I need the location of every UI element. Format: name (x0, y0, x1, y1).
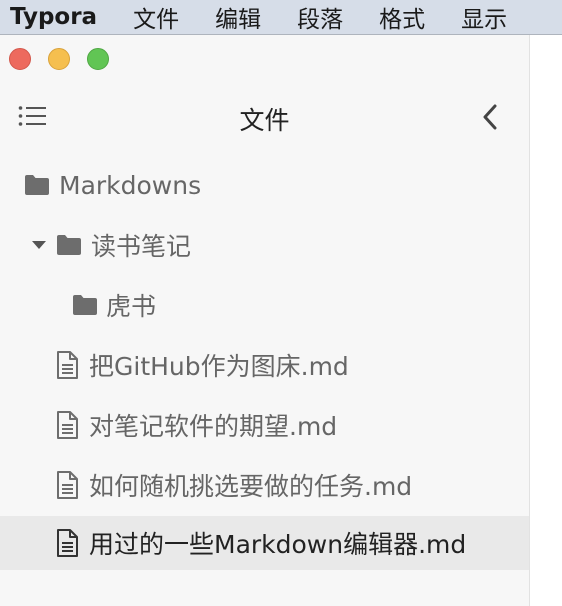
sidebar-header: 文件 (0, 95, 529, 139)
document-icon (57, 351, 78, 379)
tree-item-folder[interactable]: Markdowns (0, 157, 529, 213)
disclosure-triangle-down-icon[interactable] (31, 240, 47, 250)
tree-item-folder[interactable]: 读书笔记 (0, 217, 529, 273)
editor-pane[interactable] (531, 35, 562, 606)
typora-window: 文件 Markdowns 读书笔记 虎书 把GitHub作为图床.md 对笔记软… (0, 35, 562, 606)
document-icon (57, 411, 78, 439)
file-sidebar: 文件 Markdowns 读书笔记 虎书 把GitHub作为图床.md 对笔记软… (0, 35, 530, 606)
tree-item-label: 虎书 (106, 292, 157, 321)
window-controls (9, 48, 126, 70)
menu-format[interactable]: 格式 (379, 0, 425, 34)
minimize-window-button[interactable] (48, 48, 70, 70)
menu-view[interactable]: 显示 (461, 0, 507, 34)
menu-paragraph[interactable]: 段落 (297, 0, 343, 34)
menu-app-name[interactable]: Typora (10, 4, 97, 30)
chevron-left-icon[interactable] (481, 103, 499, 131)
tree-item-label: 对笔记软件的期望.md (89, 412, 338, 441)
tree-item-file[interactable]: 对笔记软件的期望.md (0, 397, 529, 453)
tree-item-label: 读书笔记 (91, 232, 192, 261)
maximize-window-button[interactable] (87, 48, 109, 70)
folder-icon (57, 235, 81, 255)
sidebar-title: 文件 (239, 106, 290, 135)
close-window-button[interactable] (9, 48, 31, 70)
folder-icon (25, 175, 49, 195)
menu-edit[interactable]: 编辑 (215, 0, 261, 34)
menu-file[interactable]: 文件 (133, 0, 179, 34)
tree-item-file-selected[interactable]: 用过的一些Markdown编辑器.md (0, 516, 529, 570)
document-icon (57, 471, 78, 499)
menu-bar: Typora 文件 编辑 段落 格式 显示 (0, 0, 562, 35)
tree-item-label: 把GitHub作为图床.md (89, 352, 349, 381)
tree-item-label: Markdowns (59, 170, 202, 200)
tree-item-file[interactable]: 把GitHub作为图床.md (0, 337, 529, 393)
document-icon (57, 529, 78, 557)
tree-item-folder[interactable]: 虎书 (0, 277, 529, 333)
tree-item-label: 如何随机挑选要做的任务.md (89, 472, 413, 501)
folder-icon (73, 295, 97, 315)
tree-item-label: 用过的一些Markdown编辑器.md (89, 530, 467, 559)
tree-item-file[interactable]: 如何随机挑选要做的任务.md (0, 457, 529, 513)
